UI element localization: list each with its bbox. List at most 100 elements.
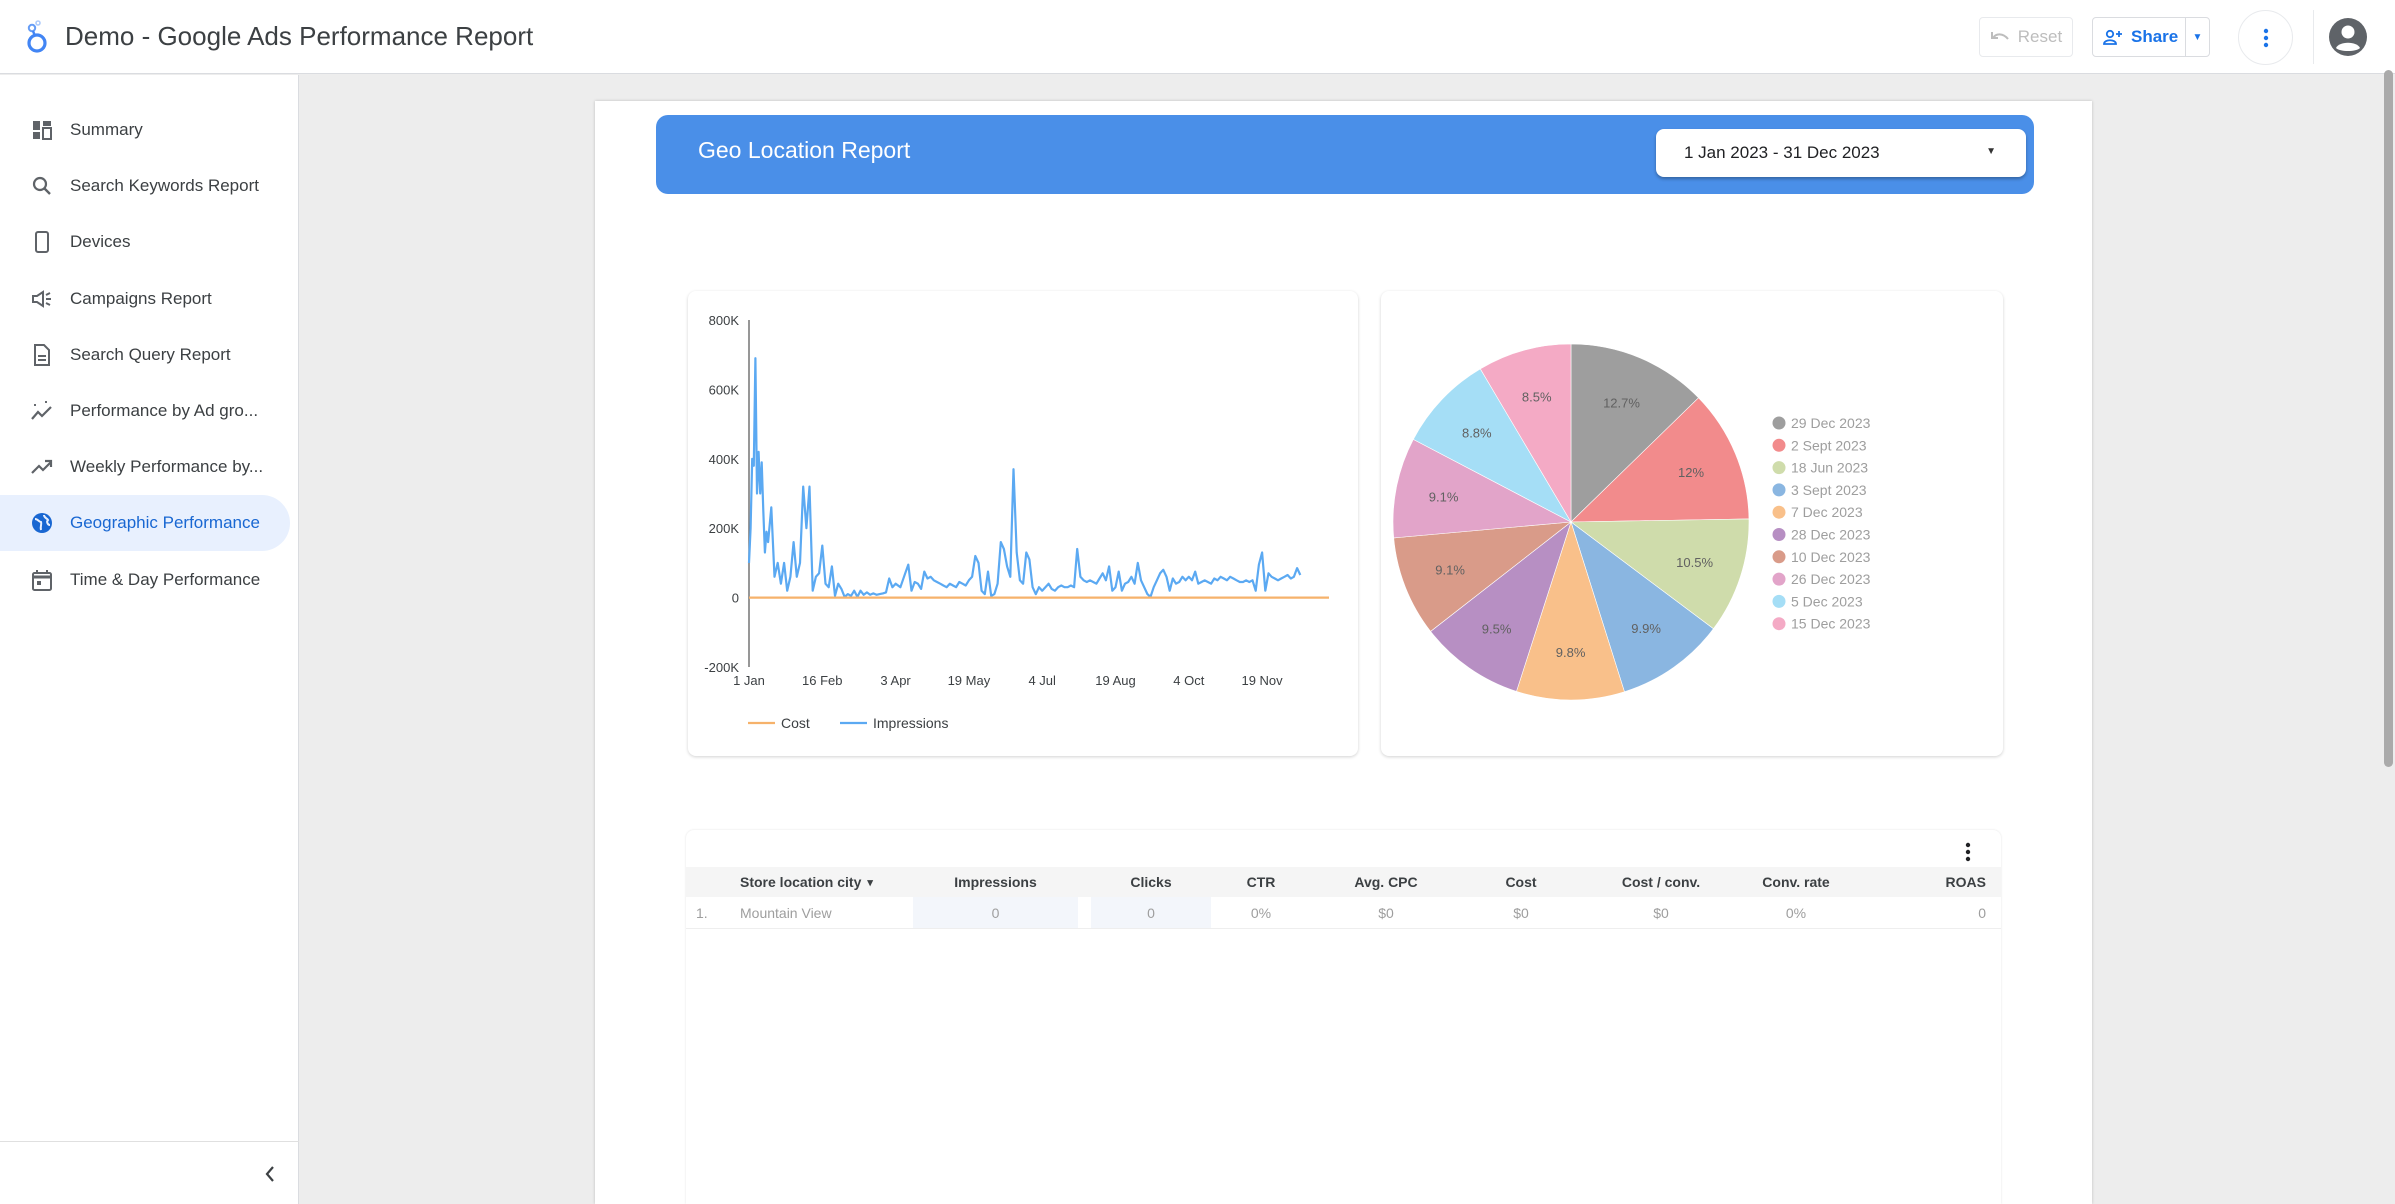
person-add-icon: [2103, 29, 2122, 45]
toolbar-divider: [2313, 10, 2314, 64]
column-header[interactable]: ROAS: [1886, 867, 1986, 897]
chevron-left-icon: [265, 1166, 274, 1182]
report-title: Demo - Google Ads Performance Report: [65, 21, 534, 51]
column-header-label: Clicks: [1130, 874, 1172, 890]
column-header-label: Impressions: [954, 874, 1037, 890]
table-cell: 0%: [1785, 904, 1807, 921]
sidebar-item-label: Weekly Performance by...: [70, 457, 264, 477]
geo-table: Store location city ▾ Impressions Clicks CT…: [686, 830, 2001, 1204]
x-tick-label: 1 Jan: [733, 673, 765, 688]
collapse-sidebar-button[interactable]: [258, 1162, 282, 1186]
phone-icon: [30, 230, 54, 254]
y-tick-label: 200K: [709, 521, 740, 536]
reset-button[interactable]: Reset: [1979, 17, 2073, 57]
x-tick-label: 4 Oct: [1173, 673, 1204, 688]
sidebar-item-devices[interactable]: Devices: [0, 214, 290, 270]
share-button[interactable]: Share: [2093, 18, 2186, 56]
series-line-impressions: [747, 357, 1302, 598]
legend-label: 5 Dec 2023: [1791, 593, 1863, 609]
insights-icon: [30, 399, 54, 423]
legend-label: 3 Sept 2023: [1791, 482, 1867, 498]
legend-swatch: [1772, 594, 1786, 608]
share-options-dropdown[interactable]: ▼: [2186, 32, 2209, 43]
sidebar-item-label: Time & Day Performance: [70, 569, 261, 589]
legend-swatch: [1772, 550, 1786, 564]
table-cell: 0: [913, 897, 1078, 928]
legend-swatch: [1772, 528, 1786, 541]
caret-down-icon: ▼: [2192, 31, 2203, 43]
pie-data-label: 9.5%: [1482, 622, 1512, 637]
sidebar-item-label: Devices: [70, 232, 131, 252]
legend-label: 10 Dec 2023: [1791, 549, 1871, 565]
pie-data-label: 12.7%: [1603, 395, 1640, 410]
scrollbar-thumb[interactable]: [2384, 70, 2393, 767]
sidebar-item-label: Geographic Performance: [70, 513, 260, 533]
column-header[interactable]: Avg. CPC: [1321, 867, 1451, 897]
column-header[interactable]: Cost: [1456, 867, 1586, 897]
legend-swatch: [1772, 572, 1786, 586]
column-header-label: CTR: [1246, 874, 1276, 890]
pie-data-label: 9.8%: [1556, 645, 1586, 660]
table-cell: $0: [1653, 904, 1669, 921]
more-options-button[interactable]: [2238, 10, 2293, 65]
sidebar-item-summary[interactable]: Summary: [0, 102, 290, 158]
pie-data-label: 12%: [1678, 465, 1704, 480]
column-header[interactable]: Cost / conv.: [1586, 867, 1736, 897]
table-header-row: Store location city ▾ Impressions Clicks CT…: [686, 867, 2001, 897]
sidebar-item-label: Summary: [70, 120, 143, 139]
share-button-group: Share ▼: [2092, 17, 2210, 57]
sidebar-item-weekly-performance-by[interactable]: Weekly Performance by...: [0, 439, 290, 495]
column-header[interactable]: Conv. rate: [1716, 867, 1876, 897]
sidebar-item-label: Campaigns Report: [70, 288, 212, 308]
report-page-title: Geo Location Report: [698, 137, 911, 163]
date-range-picker[interactable]: 1 Jan 2023 - 31 Dec 2023 ▼: [1656, 129, 2026, 177]
table-cell: 0: [1978, 904, 1986, 921]
report-header-band: Geo Location Report 1 Jan 2023 - 31 Dec …: [656, 115, 2034, 194]
table-cell: Mountain View: [740, 904, 832, 921]
table-cell: 0%: [1250, 904, 1272, 921]
sidebar-item-search-query-report[interactable]: Search Query Report: [0, 327, 290, 383]
more-vert-icon[interactable]: [1959, 840, 1977, 864]
table-row[interactable]: 1. Mountain View 0 0 0% $0 $0 $0 0% 0: [686, 897, 2001, 929]
caret-down-icon: ▼: [1986, 146, 1996, 157]
x-tick-label: 16 Feb: [802, 673, 842, 688]
sidebar-item-campaigns-report[interactable]: Campaigns Report: [0, 271, 290, 327]
table-cell: $0: [1513, 904, 1529, 921]
pie-data-label: 9.1%: [1429, 490, 1459, 505]
pie-data-label: 8.8%: [1462, 426, 1492, 441]
dashboard-icon: [30, 118, 54, 142]
legend-label-impressions: Impressions: [873, 715, 948, 731]
legend-label: 29 Dec 2023: [1791, 415, 1871, 431]
sidebar-item-geographic-performance[interactable]: Geographic Performance: [0, 495, 290, 552]
undo-icon: [1990, 32, 2009, 40]
sidebar-item-performance-by-ad-gro[interactable]: Performance by Ad gro...: [0, 383, 290, 439]
column-header-label: Cost / conv.: [1621, 874, 1701, 890]
y-tick-label: 600K: [709, 382, 740, 397]
legend-label: 18 Jun 2023: [1791, 460, 1868, 476]
sidebar-item-search-keywords-report[interactable]: Search Keywords Report: [0, 158, 290, 214]
legend-label-cost: Cost: [781, 715, 810, 731]
column-header[interactable]: Impressions: [913, 867, 1078, 897]
calendar-icon: [30, 568, 54, 592]
pie-chart[interactable]: 12.7% 12% 10.5% 9.9% 9.8% 9.5% 9.1% 9.1% 8.8% 8.5…: [1381, 291, 2003, 756]
x-tick-label: 3 Apr: [880, 673, 911, 688]
top-bar: Demo - Google Ads Performance Report Res…: [0, 0, 2395, 74]
legend-label: 26 Dec 2023: [1791, 571, 1871, 587]
account-avatar-icon[interactable]: [2328, 17, 2368, 57]
sidebar-item-label: Performance by Ad gro...: [70, 401, 259, 420]
legend-swatch: [1772, 483, 1786, 497]
trending-up-icon: [30, 455, 54, 479]
globe-icon: [30, 511, 54, 535]
row-index: 1.: [696, 904, 708, 921]
column-header[interactable]: Clicks: [1091, 867, 1211, 897]
y-tick-label: 400K: [709, 452, 740, 467]
time-series-chart[interactable]: 800K600K400K200K0-200K1 Jan 16 Feb 3 Apr 19…: [688, 291, 1358, 756]
sort-descending-icon: ▾: [867, 876, 873, 889]
sidebar-item-time-day-performance[interactable]: Time & Day Performance: [0, 552, 290, 608]
table-cell: $0: [1378, 904, 1394, 921]
column-header[interactable]: Store location city ▾: [740, 867, 900, 897]
column-header[interactable]: CTR: [1206, 867, 1316, 897]
legend-swatch: [1772, 438, 1786, 452]
campaign-icon: [30, 287, 54, 311]
column-header-label: Avg. CPC: [1354, 874, 1418, 890]
